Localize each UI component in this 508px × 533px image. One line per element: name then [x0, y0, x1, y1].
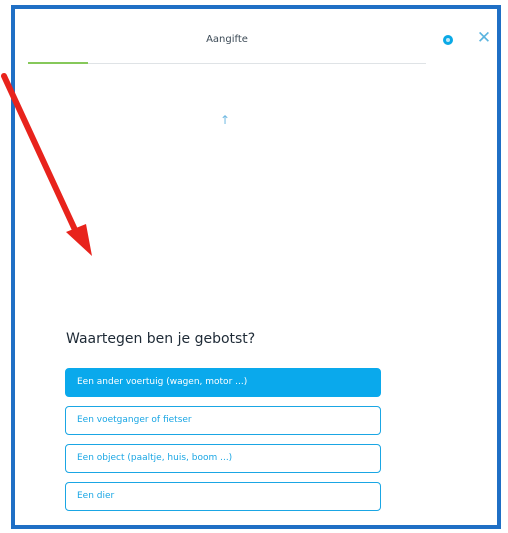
option-other-vehicle-button[interactable]: Een ander voertuig (wagen, motor ...) — [65, 368, 381, 397]
arrow-up-icon[interactable]: ↑ — [218, 113, 232, 127]
close-icon[interactable]: ✕ — [473, 27, 495, 49]
answer-options: Een ander voertuig (wagen, motor ...) Ee… — [65, 368, 381, 520]
progress-bar — [28, 62, 88, 64]
question-heading: Waartegen ben je gebotst? — [66, 331, 256, 347]
dialog-header: Aangifte — [28, 9, 426, 67]
option-object-button[interactable]: Een object (paaltje, huis, boom ...) — [65, 444, 381, 473]
dialog-frame: Aangifte ✕ ↑ Waartegen ben je gebotst? E… — [11, 5, 501, 529]
option-animal-button[interactable]: Een dier — [65, 482, 381, 511]
page-title: Aangifte — [206, 34, 248, 45]
option-pedestrian-cyclist-button[interactable]: Een voetganger of fietser — [65, 406, 381, 435]
chat-icon[interactable] — [443, 35, 453, 45]
